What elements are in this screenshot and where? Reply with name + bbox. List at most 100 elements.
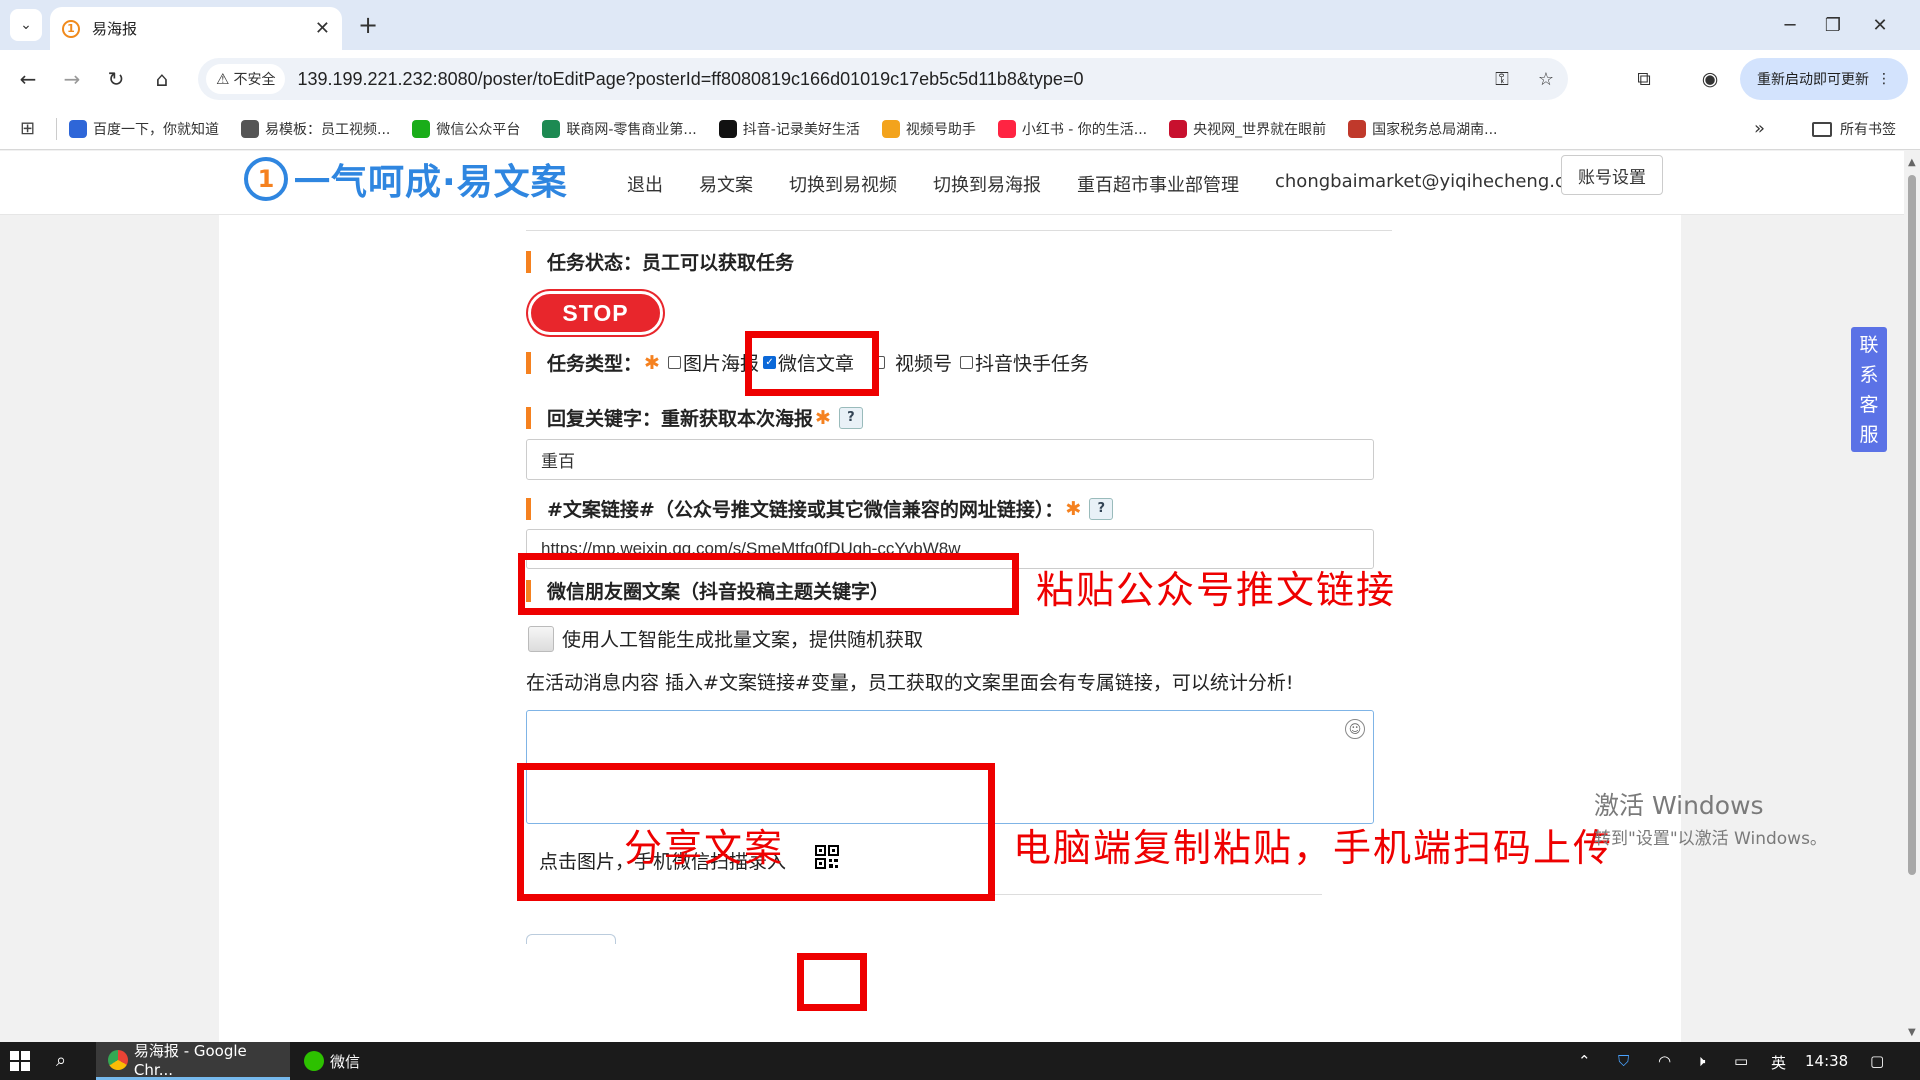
nav-switch-video[interactable]: 切换到易视频 <box>789 171 897 197</box>
section-marker <box>526 497 531 520</box>
task-type-options: 图片海报 ✓ 微信文章 视频号 抖音快手任务 <box>668 349 1093 376</box>
nav-department-manage[interactable]: 重百超市事业部管理 <box>1077 171 1239 197</box>
bookmark-label: 易模板：员工视频... <box>265 121 391 138</box>
watermark-line1: 激活 Windows <box>1594 791 1764 820</box>
checkbox-douyin-kuaishou[interactable] <box>960 356 974 369</box>
xiaohongshu-icon <box>997 119 1016 138</box>
more-bookmarks-icon[interactable]: » <box>1754 118 1765 139</box>
reply-keyword-input[interactable]: 重百 <box>526 439 1374 480</box>
bookmark-item[interactable]: 国家税务总局湖南... <box>1348 119 1498 139</box>
nav-copywriting[interactable]: 易文案 <box>699 171 753 197</box>
section-marker <box>526 351 531 374</box>
back-icon[interactable]: ← <box>12 63 44 95</box>
bookmark-label: 抖音-记录美好生活 <box>742 121 860 138</box>
profile-icon[interactable]: ◉ <box>1694 63 1726 95</box>
all-bookmarks-button[interactable]: 所有书签 <box>1812 119 1896 139</box>
url-text[interactable]: 139.199.221.232:8080/poster/toEditPage?p… <box>297 69 1480 90</box>
security-label: 不安全 <box>233 72 276 88</box>
scroll-thumb[interactable] <box>1908 175 1916 875</box>
tax-icon <box>1348 119 1367 138</box>
home-icon[interactable]: ⌂ <box>146 63 178 95</box>
help-tooltip-icon[interactable]: ? <box>1089 497 1114 520</box>
notification-icon[interactable]: ▢ <box>1870 1052 1884 1070</box>
browser-tab-strip: ⌄ 1 易海报 ✕ + ─ ❐ ✕ <box>0 0 1920 50</box>
window-close-icon[interactable]: ✕ <box>1850 0 1910 50</box>
all-bookmarks-label: 所有书签 <box>1840 122 1896 138</box>
more-menu-icon: ⋮ <box>1877 71 1891 87</box>
edit-form-panel: 任务状态：员工可以获取任务 STOP 任务类型： ✱ 图片海报 ✓ 微信文章 视… <box>219 215 1681 1042</box>
ime-indicator[interactable]: 英 <box>1771 1052 1786 1073</box>
ai-generate-checkbox[interactable] <box>528 625 554 652</box>
warning-icon: ⚠ <box>216 70 230 88</box>
wifi-icon[interactable]: ◠ <box>1658 1052 1671 1070</box>
taskbar-app-chrome[interactable]: 易海报 - Google Chr... <box>96 1042 290 1080</box>
ai-generate-label: 使用人工智能生成批量文案，提供随机获取 <box>562 629 924 651</box>
taskbar-clock[interactable]: 14:38 <box>1805 1052 1848 1070</box>
annotation-pc-mobile: 电脑端复制粘贴，手机端扫码上传 <box>1013 826 1614 870</box>
tab-close-icon[interactable]: ✕ <box>315 18 330 39</box>
reply-keyword-heading: 回复关键字：重新获取本次海报 ✱ ? <box>526 404 863 431</box>
nav-logout[interactable]: 退出 <box>627 171 663 197</box>
bookmark-item[interactable]: 百度一下，你就知道 <box>69 119 219 139</box>
tab-search-chevron-icon[interactable]: ⌄ <box>10 9 42 41</box>
browser-toolbar: ← → ↻ ⌂ ⚠ 不安全 139.199.221.232:8080/poste… <box>0 50 1920 108</box>
stop-button[interactable]: STOP <box>528 291 663 335</box>
ai-generate-option[interactable]: 使用人工智能生成批量文案，提供随机获取 <box>528 625 923 652</box>
douyin-icon <box>718 119 737 138</box>
forward-icon[interactable]: → <box>56 63 88 95</box>
windows-taskbar: ⌕ 易海报 - Google Chr... 微信 ⌃ ⛉ ◠ 🕨 ▭ 英 14:… <box>0 1042 1920 1080</box>
taskbar-app-chrome-label: 易海报 - Google Chr... <box>133 1042 247 1079</box>
site-nav: 退出 易文案 切换到易视频 切换到易海报 重百超市事业部管理 chongbaim… <box>627 171 1611 197</box>
update-button[interactable]: 重新启动即可更新 ⋮ <box>1740 58 1908 100</box>
browser-tab-active[interactable]: 1 易海报 ✕ <box>50 7 342 50</box>
scroll-up-icon[interactable]: ▲ <box>1908 157 1916 168</box>
scroll-down-icon[interactable]: ▼ <box>1908 1027 1916 1038</box>
bookmark-item[interactable]: 抖音-记录美好生活 <box>718 119 860 139</box>
battery-icon[interactable]: ▭ <box>1734 1052 1748 1070</box>
bookmark-item[interactable]: 小红书 - 你的生活... <box>997 119 1148 139</box>
folder-icon <box>1812 121 1832 137</box>
new-tab-icon[interactable]: + <box>352 9 384 41</box>
address-bar[interactable]: ⚠ 不安全 139.199.221.232:8080/poster/toEdit… <box>198 58 1568 100</box>
bookmark-item[interactable]: 央视网_世界就在眼前 <box>1169 119 1326 139</box>
link-variable-hint: 在活动消息内容 插入#文案链接#变量，员工获取的文案里面会有专属链接，可以统计分… <box>526 672 1294 694</box>
bookmark-item[interactable]: 联商网-零售商业第... <box>542 119 697 139</box>
bookmark-label: 国家税务总局湖南... <box>1372 121 1498 138</box>
update-button-label: 重新启动即可更新 <box>1757 72 1869 88</box>
bookmark-label: 小红书 - 你的生活... <box>1021 121 1148 138</box>
security-indicator[interactable]: ⚠ 不安全 <box>206 64 286 94</box>
bookmark-star-icon[interactable]: ☆ <box>1524 69 1568 90</box>
tray-chevron-icon[interactable]: ⌃ <box>1578 1052 1591 1070</box>
nav-switch-poster[interactable]: 切换到易海报 <box>933 171 1041 197</box>
help-tooltip-icon[interactable]: ? <box>838 406 863 429</box>
emoji-picker-icon[interactable]: ☺ <box>1345 719 1365 739</box>
taskbar-app-wechat[interactable]: 微信 <box>292 1042 488 1080</box>
volume-muted-icon[interactable]: 🕨 <box>1696 1052 1705 1070</box>
task-type-label: 任务类型： <box>547 353 643 375</box>
channels-icon <box>881 119 900 138</box>
section-marker <box>526 406 531 429</box>
task-status-label: 任务状态：员工可以获取任务 <box>547 252 795 274</box>
bookmark-item[interactable]: 易模板：员工视频... <box>241 119 390 139</box>
contact-char: 服 <box>1859 423 1879 446</box>
bookmark-list: 百度一下，你就知道 易模板：员工视频... 微信公众平台 联商网-零售商业第... 抖音… <box>69 119 1520 139</box>
security-shield-icon[interactable]: ⛉ <box>1618 1052 1629 1070</box>
taskbar-search-icon[interactable]: ⌕ <box>56 1050 66 1071</box>
checkbox-image-poster[interactable] <box>668 356 681 369</box>
nav-account-email[interactable]: chongbaimarket@yiqihecheng.cc <box>1275 171 1575 197</box>
reload-icon[interactable]: ↻ <box>100 63 132 95</box>
bookmark-label: 微信公众平台 <box>436 121 521 138</box>
page-scrollbar[interactable]: ▲ ▼ <box>1904 151 1920 1042</box>
password-key-icon[interactable]: ⚿ <box>1480 69 1524 90</box>
bookmark-item[interactable]: 微信公众平台 <box>412 119 520 139</box>
site-header: 1 一气呵成·易文案 退出 易文案 切换到易视频 切换到易海报 重百超市事业部管… <box>0 151 1904 215</box>
site-logo[interactable]: 1 一气呵成·易文案 <box>244 153 568 205</box>
account-settings-button[interactable]: 账号设置 <box>1561 155 1663 195</box>
windows-start-icon[interactable] <box>10 1051 30 1071</box>
contact-service-button[interactable]: 联 系 客 服 <box>1851 327 1887 452</box>
bookmark-item[interactable]: 视频号助手 <box>881 119 976 139</box>
page-viewport: 1 一气呵成·易文案 退出 易文案 切换到易视频 切换到易海报 重百超市事业部管… <box>0 151 1904 1042</box>
apps-grid-icon[interactable]: ⊞ <box>20 118 48 139</box>
extensions-icon[interactable]: ⧉ <box>1628 63 1660 95</box>
required-star-icon: ✱ <box>815 406 831 429</box>
